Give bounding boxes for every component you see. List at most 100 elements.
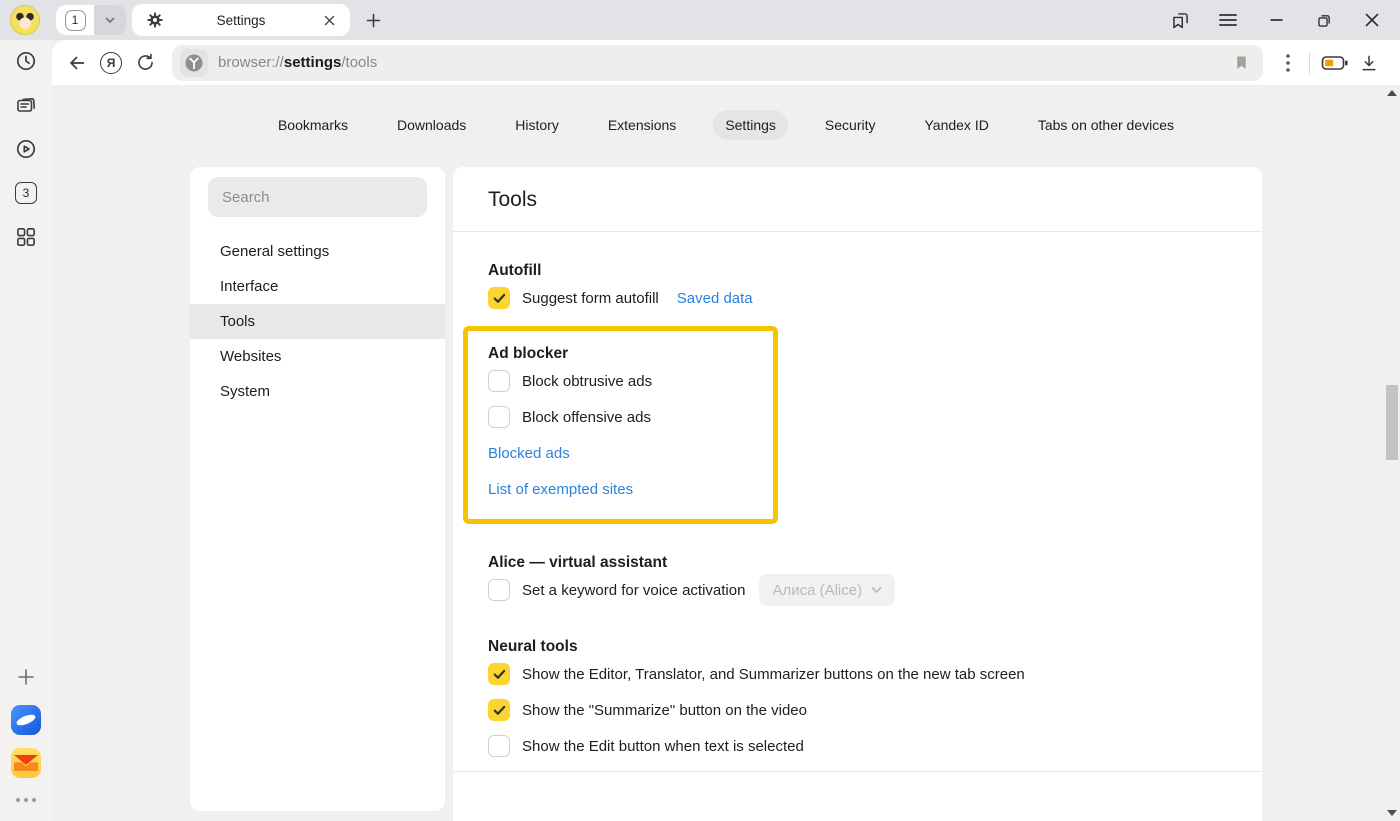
tab-settings[interactable]: Settings bbox=[132, 4, 350, 36]
scroll-down-arrow[interactable] bbox=[1387, 810, 1397, 816]
neural-tools-heading: Neural tools bbox=[488, 638, 1227, 656]
nav-security[interactable]: Security bbox=[813, 110, 888, 140]
nav-extensions[interactable]: Extensions bbox=[596, 110, 688, 140]
divider bbox=[453, 771, 1262, 772]
divider bbox=[453, 231, 1262, 232]
tab-title: Settings bbox=[164, 13, 318, 28]
url-text[interactable]: browser://settings/tools bbox=[218, 54, 1227, 71]
checkbox-label: Show the "Summarize" button on the video bbox=[522, 702, 807, 719]
more-apps-button[interactable] bbox=[10, 790, 42, 810]
nav-settings[interactable]: Settings bbox=[713, 110, 788, 140]
checkbox-label: Block offensive ads bbox=[522, 409, 651, 426]
checkbox-label: Show the Edit button when text is select… bbox=[522, 738, 804, 755]
add-panel-button[interactable] bbox=[10, 661, 42, 693]
side-rail: 3 bbox=[0, 40, 52, 821]
close-window-button[interactable] bbox=[1358, 6, 1386, 34]
block-offensive-ads-checkbox[interactable] bbox=[488, 406, 510, 428]
exempted-sites-link[interactable]: List of exempted sites bbox=[488, 481, 633, 498]
downloads-button[interactable] bbox=[1352, 46, 1386, 80]
address-bar[interactable]: browser://settings/tools bbox=[172, 45, 1263, 81]
yandex-disk-app-button[interactable] bbox=[10, 704, 42, 736]
block-offensive-row: Block offensive ads bbox=[488, 399, 753, 435]
scrollbar-thumb[interactable] bbox=[1386, 385, 1398, 460]
checkbox-label: Set a keyword for voice activation bbox=[522, 582, 745, 599]
page-scrollbar[interactable] bbox=[1384, 85, 1400, 821]
browser-window: 1 bbox=[0, 0, 1400, 821]
show-editor-buttons-checkbox[interactable] bbox=[488, 663, 510, 685]
page-actions-button[interactable] bbox=[1275, 46, 1301, 80]
voice-keyword-checkbox[interactable] bbox=[488, 579, 510, 601]
yandex-home-button[interactable]: Я bbox=[94, 46, 128, 80]
profile-avatar[interactable] bbox=[10, 5, 40, 35]
block-obtrusive-row: Block obtrusive ads bbox=[488, 363, 753, 399]
checkmark-icon bbox=[493, 705, 506, 716]
nav-bookmarks[interactable]: Bookmarks bbox=[266, 110, 360, 140]
nav-yandex-id[interactable]: Yandex ID bbox=[912, 110, 1000, 140]
sidebar-item-label: Interface bbox=[220, 278, 278, 295]
sidebar-item-tools[interactable]: Tools bbox=[190, 304, 445, 339]
tab-count-badge: 1 bbox=[65, 10, 86, 31]
alice-heading: Alice — virtual assistant bbox=[488, 554, 1227, 572]
reload-icon bbox=[135, 52, 156, 73]
news-feed-rail-button[interactable] bbox=[10, 89, 42, 121]
sidebar-item-system[interactable]: System bbox=[190, 374, 445, 409]
yandex-mail-app-button[interactable] bbox=[10, 747, 42, 779]
block-obtrusive-ads-checkbox[interactable] bbox=[488, 370, 510, 392]
yandex-disk-icon bbox=[11, 705, 41, 735]
sidebar-item-general-settings[interactable]: General settings bbox=[190, 234, 445, 269]
arrow-left-icon bbox=[66, 52, 88, 74]
scroll-up-arrow[interactable] bbox=[1387, 90, 1397, 96]
panels-icon bbox=[1170, 10, 1191, 31]
exempted-sites-row: List of exempted sites bbox=[488, 471, 753, 507]
settings-sidebar-card: General settings Interface Tools Website… bbox=[190, 167, 445, 811]
services-rail-button[interactable] bbox=[10, 221, 42, 253]
ad-blocker-heading: Ad blocker bbox=[488, 345, 753, 363]
history-rail-button[interactable] bbox=[10, 45, 42, 77]
close-icon bbox=[1365, 13, 1379, 27]
tools-settings-card: Tools Autofill Suggest form autofill Sav… bbox=[453, 167, 1262, 821]
back-button[interactable] bbox=[60, 46, 94, 80]
show-edit-button-checkbox[interactable] bbox=[488, 735, 510, 757]
tab-counter-control[interactable]: 1 bbox=[56, 5, 126, 35]
main-column: Я browser://settings/tools bbox=[52, 40, 1400, 821]
tab-close-button[interactable] bbox=[318, 9, 340, 31]
video-rail-button[interactable] bbox=[10, 133, 42, 165]
tab-list-dropdown[interactable] bbox=[94, 5, 126, 35]
side-panel-button[interactable] bbox=[1166, 6, 1194, 34]
chevron-down-icon bbox=[871, 586, 882, 594]
documents-icon bbox=[14, 93, 38, 117]
settings-layout: General settings Interface Tools Website… bbox=[190, 167, 1400, 821]
hamburger-menu-icon bbox=[1219, 13, 1237, 27]
rail-bottom-group bbox=[10, 661, 42, 821]
browser-menu-button[interactable] bbox=[1214, 6, 1242, 34]
sidebar-item-websites[interactable]: Websites bbox=[190, 339, 445, 374]
autofill-row: Suggest form autofill Saved data bbox=[488, 280, 1227, 316]
search-input[interactable] bbox=[208, 177, 427, 217]
tools-settings-body: Autofill Suggest form autofill Saved dat… bbox=[453, 262, 1262, 764]
nav-downloads[interactable]: Downloads bbox=[385, 110, 478, 140]
autofill-heading: Autofill bbox=[488, 262, 1227, 280]
sidebar-item-interface[interactable]: Interface bbox=[190, 269, 445, 304]
neural-row-summarize: Show the "Summarize" button on the video bbox=[488, 692, 1227, 728]
battery-icon bbox=[1321, 53, 1349, 73]
nav-tabs-other-devices[interactable]: Tabs on other devices bbox=[1026, 110, 1186, 140]
minimize-button[interactable] bbox=[1262, 6, 1290, 34]
restore-button[interactable] bbox=[1310, 6, 1338, 34]
show-summarize-button-checkbox[interactable] bbox=[488, 699, 510, 721]
battery-saver-button[interactable] bbox=[1318, 46, 1352, 80]
nav-history[interactable]: History bbox=[503, 110, 571, 140]
reload-button[interactable] bbox=[128, 46, 162, 80]
saved-data-link[interactable]: Saved data bbox=[677, 290, 753, 307]
tab-count[interactable]: 1 bbox=[56, 5, 94, 35]
blocked-ads-link[interactable]: Blocked ads bbox=[488, 445, 570, 462]
new-tab-button[interactable] bbox=[360, 7, 386, 33]
protect-badge[interactable] bbox=[180, 49, 208, 77]
bookmark-page-button[interactable] bbox=[1227, 49, 1255, 77]
sidebar-item-label: System bbox=[220, 383, 270, 400]
toolbar-divider bbox=[1309, 52, 1310, 74]
suggest-autofill-checkbox[interactable] bbox=[488, 287, 510, 309]
keyword-dropdown[interactable]: Алиса (Alice) bbox=[759, 574, 895, 606]
window-controls bbox=[1166, 6, 1400, 34]
tabs-rail-button[interactable]: 3 bbox=[10, 177, 42, 209]
kebab-menu-icon bbox=[1286, 54, 1290, 72]
